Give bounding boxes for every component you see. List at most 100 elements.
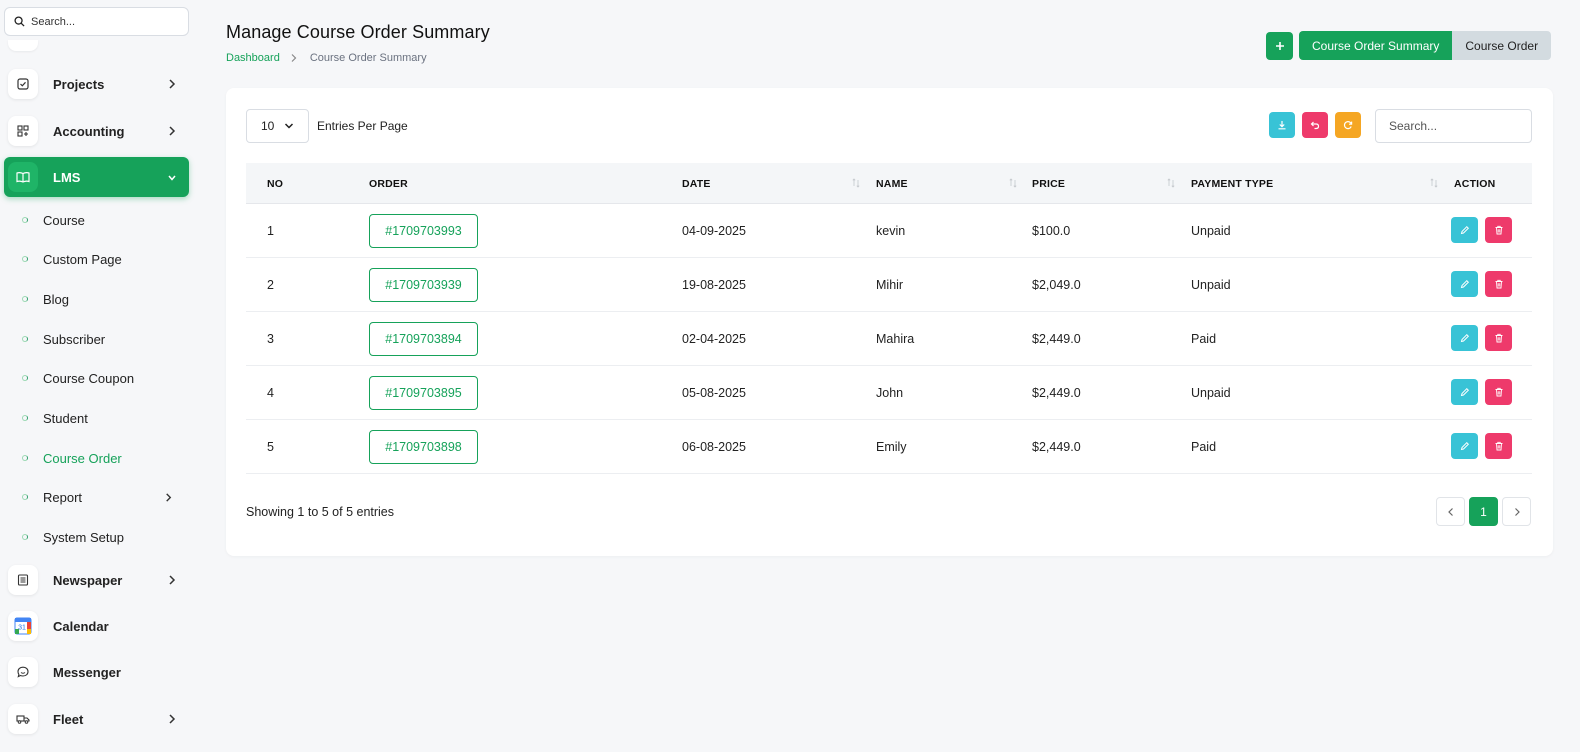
delete-button[interactable]: [1485, 217, 1512, 243]
delete-button[interactable]: [1485, 271, 1512, 297]
sidebar-subitem-blog[interactable]: Blog: [22, 289, 69, 309]
orders-card: 10 Entries Per Page NO ORDER DATE NAME P…: [226, 88, 1553, 556]
checkbox-icon: [8, 69, 38, 99]
table-search-input[interactable]: [1375, 109, 1532, 143]
column-header-payment-type[interactable]: PAYMENT TYPE: [1191, 163, 1273, 204]
sidebar-subitem-label: Report: [43, 489, 83, 505]
sidebar-item-label: Projects: [53, 76, 105, 92]
sidebar: Projects Accounting LMS Course Custom Pa…: [0, 0, 196, 752]
sidebar-subitem-course-coupon[interactable]: Course Coupon: [22, 368, 134, 388]
sort-icon[interactable]: [852, 178, 860, 188]
order-link[interactable]: #1709703894: [369, 322, 478, 356]
sort-icon[interactable]: [1430, 178, 1438, 188]
cell-price: $2,449.0: [1032, 440, 1081, 454]
sidebar-subitem-course[interactable]: Course: [22, 210, 85, 230]
order-link[interactable]: #1709703898: [369, 430, 478, 464]
edit-button[interactable]: [1451, 271, 1478, 297]
column-header-name[interactable]: NAME: [876, 163, 908, 204]
sidebar-subitem-custom-page[interactable]: Custom Page: [22, 249, 122, 269]
chevron-down-icon: [284, 123, 294, 129]
delete-button[interactable]: [1485, 325, 1512, 351]
add-button[interactable]: [1266, 31, 1293, 60]
cell-payment-type: Paid: [1191, 440, 1217, 454]
sidebar-item-newspaper[interactable]: Newspaper: [4, 560, 189, 600]
pencil-icon: [1460, 279, 1469, 289]
sidebar-item-label: Newspaper: [53, 572, 123, 588]
sidebar-search-input[interactable]: [31, 15, 171, 28]
chevron-right-icon: [169, 126, 176, 136]
order-link[interactable]: #1709703993: [369, 214, 478, 248]
download-icon: [1278, 121, 1286, 130]
sidebar-subitem-label: Subscriber: [43, 331, 106, 347]
sidebar-subitem-label: System Setup: [43, 529, 124, 545]
sidebar-subitem-system-setup[interactable]: System Setup: [22, 527, 124, 547]
search-icon: [14, 16, 25, 27]
order-link[interactable]: #1709703895: [369, 376, 478, 410]
sidebar-subitem-label: Course: [43, 212, 85, 228]
edit-button[interactable]: [1451, 325, 1478, 351]
reset-button[interactable]: [1302, 112, 1328, 138]
column-header-no[interactable]: NO: [267, 163, 283, 204]
sort-icon[interactable]: [1167, 178, 1175, 188]
refresh-icon: [1343, 121, 1353, 130]
breadcrumb-dashboard-link[interactable]: Dashboard: [226, 52, 280, 64]
pagination-prev-button[interactable]: [1436, 497, 1465, 526]
table-row: 4 #1709703895 05-08-2025 John $2,449.0 U…: [246, 366, 1532, 420]
sidebar-subitem-subscriber[interactable]: Subscriber: [22, 329, 105, 349]
sidebar-item-accounting[interactable]: Accounting: [4, 111, 189, 151]
bullet-icon: [22, 494, 28, 500]
course-order-button[interactable]: Course Order: [1452, 31, 1552, 60]
chevron-left-icon: [1447, 507, 1453, 516]
column-header-date[interactable]: DATE: [682, 163, 711, 204]
sidebar-item-projects[interactable]: Projects: [4, 64, 189, 104]
svg-text:31: 31: [18, 625, 26, 632]
reload-button[interactable]: [1335, 112, 1361, 138]
edit-button[interactable]: [1451, 433, 1478, 459]
sidebar-item-lms[interactable]: LMS: [4, 157, 189, 197]
breadcrumb: Dashboard Course Order Summary: [226, 52, 427, 64]
course-order-summary-button[interactable]: Course Order Summary: [1299, 31, 1453, 60]
export-button[interactable]: [1269, 112, 1295, 138]
entries-per-page-value: 10: [261, 119, 275, 133]
cell-no: 4: [267, 386, 274, 400]
sidebar-subitem-report[interactable]: Report: [22, 487, 172, 507]
sidebar-subitem-label: Custom Page: [43, 251, 122, 267]
delete-button[interactable]: [1485, 379, 1512, 405]
sidebar-subitem-course-order[interactable]: Course Order: [22, 448, 122, 468]
sidebar-subitem-label: Blog: [43, 291, 70, 307]
sidebar-subitem-student[interactable]: Student: [22, 408, 88, 428]
sidebar-item-calendar[interactable]: 31 Calendar: [4, 606, 189, 646]
bullet-icon: [22, 217, 28, 223]
bullet-icon: [22, 375, 28, 381]
delete-button[interactable]: [1485, 433, 1512, 459]
edit-button[interactable]: [1451, 217, 1478, 243]
sidebar-search[interactable]: [4, 7, 189, 36]
header-actions: Course Order Summary Course Order: [1266, 31, 1552, 60]
sidebar-item-label: Messenger: [53, 664, 121, 680]
pagination-next-button[interactable]: [1502, 497, 1531, 526]
sidebar-item-messenger[interactable]: Messenger: [4, 652, 189, 692]
entries-per-page-select[interactable]: 10: [246, 109, 309, 143]
column-header-price[interactable]: PRICE: [1032, 163, 1065, 204]
cell-date: 19-08-2025: [682, 278, 746, 292]
table-row: 1 #1709703993 04-09-2025 kevin $100.0 Un…: [246, 204, 1532, 258]
sort-icon[interactable]: [1009, 178, 1017, 188]
cell-price: $2,049.0: [1032, 278, 1081, 292]
pagination-page-button[interactable]: 1: [1469, 497, 1498, 526]
chevron-right-icon: [169, 575, 176, 585]
chat-icon: [8, 657, 38, 687]
truck-icon: [8, 704, 38, 734]
newspaper-icon: [8, 565, 38, 595]
column-header-order[interactable]: ORDER: [369, 163, 408, 204]
page-title: Manage Course Order Summary: [226, 22, 490, 42]
edit-button[interactable]: [1451, 379, 1478, 405]
view-switch: Course Order Summary Course Order: [1299, 31, 1552, 60]
undo-icon: [1310, 121, 1320, 130]
cell-no: 2: [267, 278, 274, 292]
order-link[interactable]: #1709703939: [369, 268, 478, 302]
cell-date: 02-04-2025: [682, 332, 746, 346]
column-header-action: ACTION: [1454, 177, 1496, 190]
cell-date: 04-09-2025: [682, 224, 746, 238]
grid-plus-icon: [8, 116, 38, 146]
sidebar-item-fleet[interactable]: Fleet: [4, 699, 189, 739]
